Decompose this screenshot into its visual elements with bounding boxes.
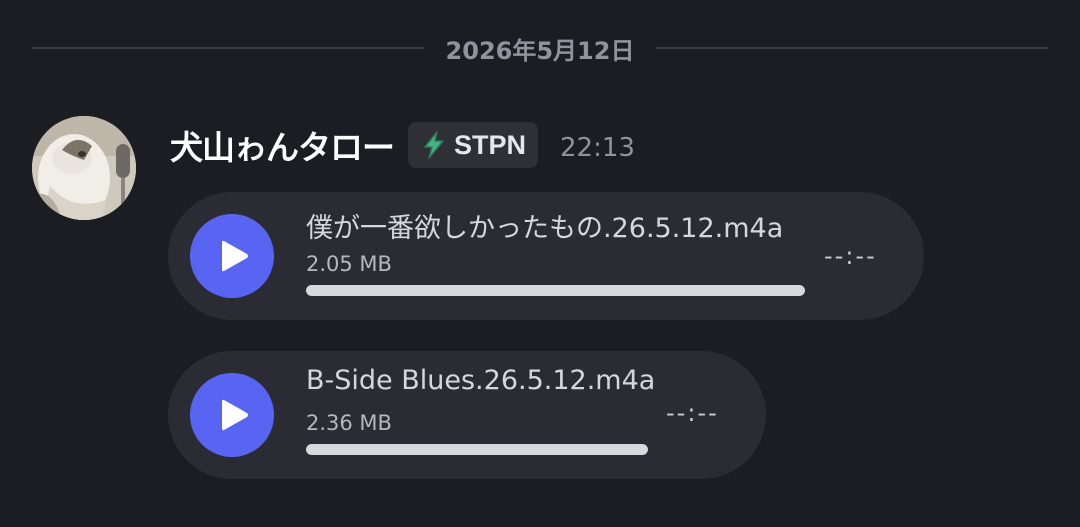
audio-attachment: B-Side Blues.26.5.12.m4a 2.36 MB --:-- <box>168 351 766 479</box>
audio-duration: --:-- <box>666 399 719 427</box>
divider-line-left <box>32 47 424 49</box>
date-divider-text: 2026年5月12日 <box>445 36 635 65</box>
avatar[interactable] <box>32 116 136 220</box>
message-header: 犬山ゎんタロー STPN 22:13 <box>170 120 635 170</box>
audio-progress-bar[interactable] <box>306 444 648 455</box>
lightning-icon <box>418 129 450 161</box>
audio-progress-fill <box>306 285 805 296</box>
divider-line-right <box>656 47 1048 49</box>
audio-progress-bar[interactable] <box>306 285 805 296</box>
audio-progress-fill <box>306 444 648 455</box>
date-divider: 2026年5月12日 <box>32 28 1048 68</box>
play-icon <box>222 240 248 272</box>
attachment-filename[interactable]: B-Side Blues.26.5.12.m4a <box>306 365 655 396</box>
play-button[interactable] <box>190 214 274 298</box>
audio-duration: --:-- <box>824 242 877 270</box>
attachment-filesize: 2.05 MB <box>306 252 392 276</box>
timestamp: 22:13 <box>560 133 635 163</box>
attachment-filename[interactable]: 僕が一番欲しかったもの.26.5.12.m4a <box>306 206 783 245</box>
audio-attachment: 僕が一番欲しかったもの.26.5.12.m4a 2.05 MB --:-- <box>168 192 924 320</box>
server-tag-label: STPN <box>454 129 527 160</box>
attachment-filesize: 2.36 MB <box>306 411 392 435</box>
play-icon <box>222 399 248 431</box>
username[interactable]: 犬山ゎんタロー <box>170 121 395 169</box>
play-button[interactable] <box>190 373 274 457</box>
avatar-dog-image <box>32 116 136 220</box>
server-tag[interactable]: STPN <box>408 122 539 168</box>
